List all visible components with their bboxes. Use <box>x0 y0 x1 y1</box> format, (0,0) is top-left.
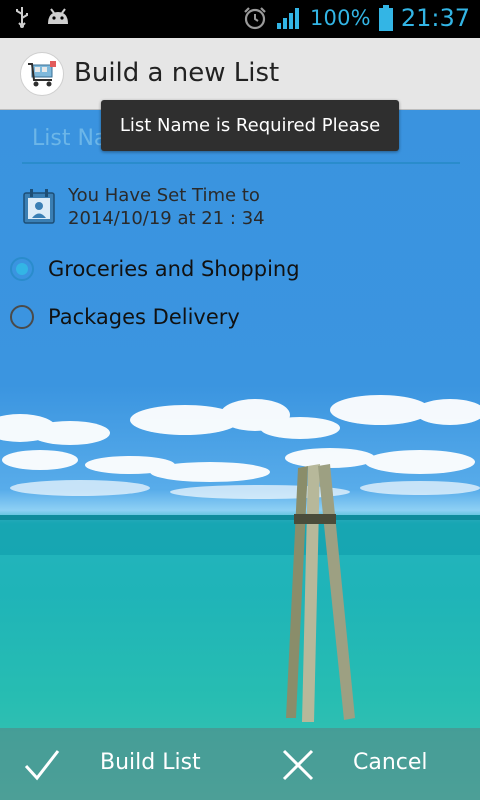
battery-percent: 100% <box>309 6 371 30</box>
time-row[interactable]: You Have Set Time to 2014/10/19 at 21 : … <box>22 184 265 230</box>
time-value: 2014/10/19 at 21 : 34 <box>68 208 265 229</box>
build-list-button[interactable]: Build List <box>0 728 240 800</box>
time-label: You Have Set Time to <box>68 185 260 206</box>
battery-icon <box>378 5 393 31</box>
cancel-label: Cancel <box>353 750 428 775</box>
radio-label-packages: Packages Delivery <box>48 305 240 329</box>
status-left <box>14 6 70 28</box>
bottom-action-bar: Build List Cancel <box>0 728 480 800</box>
content-area: You Have Set Time to 2014/10/19 at 21 : … <box>0 110 480 800</box>
shopping-cart-icon <box>28 61 56 87</box>
toast-text: List Name is Required Please <box>119 115 381 136</box>
radio-option-groceries[interactable]: Groceries and Shopping <box>10 257 300 281</box>
radio-option-packages[interactable]: Packages Delivery <box>10 305 240 329</box>
alarm-icon <box>244 7 266 30</box>
close-icon <box>282 749 314 781</box>
app-icon[interactable] <box>20 52 64 96</box>
time-text: You Have Set Time to 2014/10/19 at 21 : … <box>68 184 265 230</box>
page-title: Build a new List <box>74 58 280 88</box>
radio-button-checked[interactable] <box>10 257 34 281</box>
status-bar: 100% 21:37 <box>0 0 480 38</box>
status-right: 100% 21:37 <box>242 4 470 32</box>
cancel-button[interactable]: Cancel <box>240 728 480 800</box>
calendar-contact-icon <box>23 189 55 224</box>
signal-icon <box>276 8 299 29</box>
radio-button-unchecked[interactable] <box>10 305 34 329</box>
usb-icon <box>16 7 28 28</box>
toast-message: List Name is Required Please <box>101 100 399 151</box>
build-list-label: Build List <box>100 750 201 775</box>
radio-label-groceries: Groceries and Shopping <box>48 257 300 281</box>
status-time: 21:37 <box>400 4 470 32</box>
checkmark-icon <box>24 750 60 781</box>
android-debug-icon <box>48 8 68 24</box>
